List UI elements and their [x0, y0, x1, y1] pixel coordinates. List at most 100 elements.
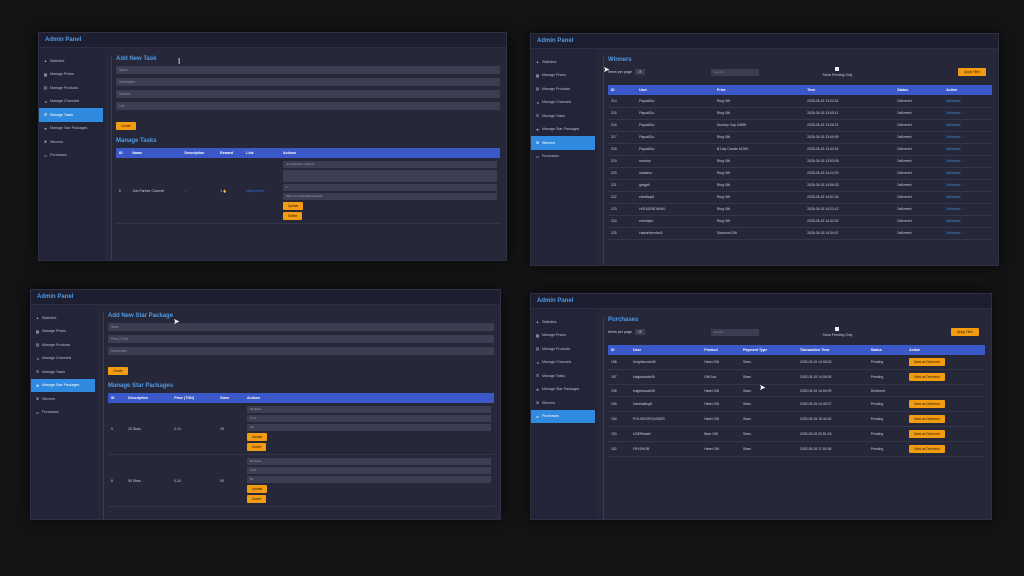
edit-field[interactable]: 0.24 [247, 467, 491, 474]
delivered-action[interactable]: Delivered [943, 95, 992, 108]
search-input[interactable]: Search... [710, 328, 759, 336]
task-name-input[interactable]: Name [116, 66, 500, 74]
create-task-button[interactable]: Create [116, 122, 136, 130]
update-button[interactable]: Update [283, 202, 304, 210]
table-row: 215 PapaAiDu Ring Gift 2025-05-15 13:05:11 D… [608, 107, 992, 120]
sidebar-item-manage-tasks[interactable]: ☰ Manage Tasks [531, 369, 595, 383]
table-row: 157 knightscode06 Gift Box Stars 2025-05-19 … [608, 369, 985, 385]
stars-input[interactable]: Stars [108, 323, 494, 331]
task-description-input[interactable]: Description [116, 78, 500, 86]
mark-delivered-button[interactable]: Mark as Delivered [909, 400, 945, 408]
delivered-action[interactable]: Delivered [943, 143, 992, 156]
edit-field[interactable]: 50 Stars [247, 458, 491, 465]
mark-delivered-button[interactable]: Mark as Delivered [909, 358, 945, 366]
sidebar-item-purchases[interactable]: ▭ Purchases [31, 406, 95, 420]
edit-link-input[interactable]: https://t.me/Knightscode/26 [283, 193, 497, 200]
sidebar-item-manage-channels[interactable]: ◂ Manage Channels [531, 96, 595, 110]
sidebar-item-manage-tasks[interactable]: ☰ Manage Tasks [531, 109, 595, 123]
cart-icon: ▭ [535, 413, 540, 419]
delivered-action[interactable]: Delivered [943, 119, 992, 132]
sidebar-item-manage-prizes[interactable]: ▦ Manage Prizes [531, 69, 595, 83]
delivered-action[interactable]: Delivered [943, 203, 992, 216]
sidebar-item-statistics[interactable]: ▴ Statistics [39, 54, 103, 68]
delivered-action[interactable]: Delivered [943, 155, 992, 168]
mark-delivered-button[interactable]: Mark as Delivered [909, 445, 945, 453]
col-id: ID [116, 148, 130, 158]
edit-field[interactable]: 25 Stars [247, 406, 491, 413]
task-link-input[interactable]: Link [116, 102, 500, 110]
sidebar-item-statistics[interactable]: ▴ Statistics [531, 55, 595, 69]
apply-filter-button[interactable]: Apply Filter [958, 68, 986, 76]
update-button[interactable]: Update [247, 433, 268, 441]
delete-button[interactable]: Delete [247, 495, 267, 503]
sidebar-item-manage-prizes[interactable]: ▦ Manage Prizes [39, 68, 103, 82]
edit-field[interactable]: 0.14 [247, 415, 491, 422]
items-per-page-select[interactable]: 25 [634, 69, 645, 75]
table-row: 152 FKVSHOB Heart Gift Stars 2025-05-26 17:0… [608, 441, 985, 457]
sidebar-item-statistics[interactable]: ▴ Statistics [531, 315, 595, 329]
sidebar-item-label: Statistics [50, 58, 65, 63]
sidebar-item-manage-star-packages[interactable]: ★ Manage Star Packages [39, 122, 103, 136]
pending-checkbox[interactable] [835, 327, 840, 331]
table-row: 220 maxtahu Ring Gift 2025-05-15 14:14:29 De… [608, 167, 992, 180]
update-button[interactable]: Update [247, 485, 268, 493]
edit-description-input[interactable] [283, 170, 497, 182]
sidebar-item-manage-products[interactable]: ▤ Manage Products [531, 342, 595, 356]
sidebar-item-manage-channels[interactable]: ◂ Manage Channels [39, 95, 103, 109]
mark-delivered-button[interactable]: Mark as Delivered [909, 373, 945, 381]
table-row: 217 PapaAiDu Ring Gift 2025-05-15 13:40:09 D… [608, 131, 992, 144]
price-input[interactable]: Price (TON) [108, 335, 494, 343]
sidebar-item-purchases[interactable]: ▭ Purchases [39, 149, 103, 163]
sidebar-item-manage-prizes[interactable]: ▦ Manage Prizes [31, 325, 95, 339]
delete-button[interactable]: Delete [247, 443, 267, 451]
sidebar-item-manage-star-packages[interactable]: ★ Manage Star Packages [531, 383, 595, 397]
pending-checkbox[interactable] [835, 67, 840, 71]
search-input[interactable]: Search... [710, 68, 759, 76]
create-package-button[interactable]: Create [108, 367, 128, 375]
sidebar-item-manage-products[interactable]: ▤ Manage Products [31, 338, 95, 352]
sidebar-item-manage-star-packages[interactable]: ★ Manage Star Packages [31, 378, 95, 392]
product-icon: ▤ [535, 346, 540, 352]
col-id: ID [608, 85, 637, 95]
edit-field[interactable]: 50 [247, 476, 491, 483]
sidebar: ▴ Statistics ▦ Manage Prizes ▤ Manage Product… [531, 309, 595, 519]
table-row: 219 ronndor Ring Gift 2025-05-15 13:53:05 De… [608, 155, 992, 168]
sidebar-item-winners[interactable]: ♛ Winners [531, 396, 595, 410]
apply-filter-button[interactable]: Apply Filter [951, 328, 979, 336]
delivered-action[interactable]: Delivered [943, 107, 992, 120]
sidebar-item-purchases[interactable]: ▭ Purchases [531, 409, 595, 423]
mark-delivered-button[interactable]: Mark as Delivered [909, 415, 945, 423]
table-row: 9 25 Stars 0.14 25 25 Stars 0.14 25 Update Delet… [108, 403, 494, 455]
sidebar-item-manage-channels[interactable]: ◂ Manage Channels [531, 356, 595, 370]
delivered-action[interactable]: Delivered [943, 227, 992, 240]
delivered-action[interactable]: Delivered [943, 191, 992, 204]
sidebar-item-manage-prizes[interactable]: ▦ Manage Prizes [531, 329, 595, 343]
delivered-action[interactable]: Delivered [943, 179, 992, 192]
edit-reward-input[interactable]: 1 [283, 184, 497, 191]
sidebar-item-manage-products[interactable]: ▤ Manage Products [39, 81, 103, 95]
description-input[interactable]: Description [108, 347, 494, 355]
channel-icon: ◂ [36, 355, 39, 361]
sidebar-item-manage-tasks[interactable]: ☰ Manage Tasks [39, 108, 103, 122]
edit-field[interactable]: 25 [247, 424, 491, 431]
sidebar-item-manage-star-packages[interactable]: ★ Manage Star Packages [531, 123, 595, 137]
sidebar-item-manage-channels[interactable]: ◂ Manage Channels [31, 352, 95, 366]
delete-button[interactable]: Delete [283, 212, 303, 220]
sidebar-item-winners[interactable]: ♛ Winners [39, 135, 103, 149]
items-per-page-select[interactable]: 25 [634, 329, 645, 335]
sidebar-item-statistics[interactable]: ▴ Statistics [31, 311, 95, 325]
col-price: Price (TON) [171, 393, 218, 403]
edit-name-input[interactable]: Join Partner Channel [283, 161, 497, 168]
task-link[interactable]: https://t.me/... [243, 158, 280, 224]
delivered-action[interactable]: Delivered [943, 167, 992, 180]
sidebar-item-purchases[interactable]: ▭ Purchases [531, 150, 595, 164]
delivered-action[interactable]: Delivered [943, 131, 992, 144]
mark-delivered-button[interactable]: Mark as Delivered [909, 430, 945, 438]
sidebar-item-manage-products[interactable]: ▤ Manage Products [531, 82, 595, 96]
delivered-action[interactable]: Delivered [943, 215, 992, 228]
pending-label: Show Pending Only [822, 333, 853, 337]
sidebar-item-manage-tasks[interactable]: ☰ Manage Tasks [31, 365, 95, 379]
sidebar-item-winners[interactable]: ♛ Winners [531, 136, 595, 150]
sidebar-item-winners[interactable]: ♛ Winners [31, 392, 95, 406]
task-reward-input[interactable]: Reward [116, 90, 500, 98]
